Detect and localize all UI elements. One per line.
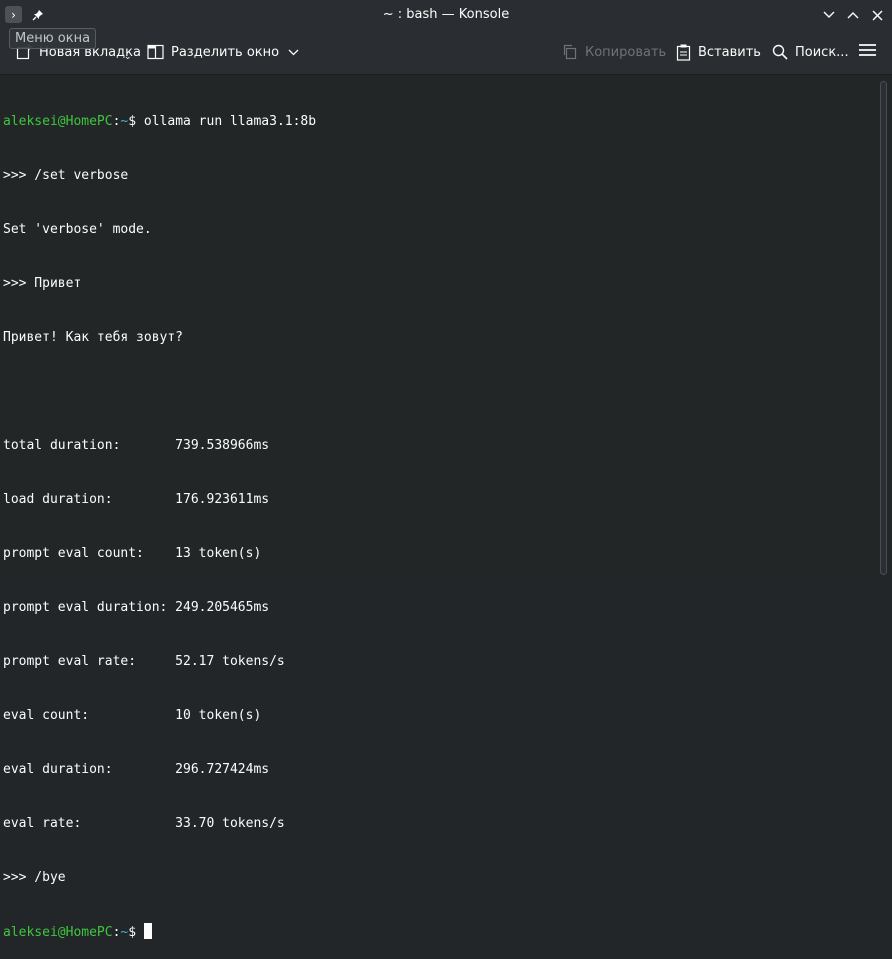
terminal-line: eval count: 10 token(s) — [3, 708, 262, 723]
terminal-command: ollama run llama3.1:8b — [143, 114, 317, 129]
copy-button[interactable]: Копировать — [562, 30, 666, 74]
paste-label: Вставить — [698, 44, 761, 60]
terminal-line: prompt eval duration: 249.205465ms — [3, 600, 270, 615]
copy-label: Копировать — [585, 44, 667, 60]
terminal-line: >>> /set verbose — [3, 168, 129, 183]
search-label: Поиск... — [795, 44, 849, 60]
chevron-down-icon — [823, 11, 835, 18]
scrollbar-track[interactable] — [880, 81, 887, 575]
vertical-scrollbar[interactable] — [876, 75, 892, 581]
chevron-down-icon — [288, 49, 299, 56]
terminal-line: >>> /bye — [3, 870, 66, 885]
terminal-line: prompt eval rate: 52.17 tokens/s — [3, 654, 285, 669]
prompt-path: ~ — [120, 925, 129, 940]
terminal-line: aleksei@HomePC:~$ ollama run llama3.1:8b — [3, 114, 317, 129]
close-icon — [872, 10, 882, 20]
chevron-down-icon: ⌄ — [124, 52, 132, 62]
close-button[interactable] — [867, 5, 887, 25]
terminal-line: >>> Привет — [3, 276, 82, 291]
title-bar: › ~ : bash — Konsole — [0, 0, 892, 30]
search-button[interactable]: Поиск... — [772, 30, 849, 74]
split-view-label: Разделить окно — [171, 44, 280, 60]
terminal-line: prompt eval count: 13 token(s) — [3, 546, 262, 561]
terminal-line: Привет! Как тебя зовут? — [3, 330, 184, 345]
terminal-line: aleksei@HomePC:~$ — [3, 923, 876, 941]
terminal-line: eval rate: 33.70 tokens/s — [3, 816, 285, 831]
minimize-button[interactable] — [819, 5, 839, 25]
split-view-icon — [147, 44, 164, 60]
paste-button[interactable]: Вставить — [676, 30, 761, 74]
copy-icon — [562, 44, 578, 60]
paste-icon — [676, 44, 691, 61]
prompt-user: aleksei@HomePC — [3, 925, 113, 940]
search-icon — [772, 44, 788, 60]
prompt-user: aleksei@HomePC — [3, 114, 113, 129]
maximize-button[interactable] — [843, 5, 863, 25]
chevron-up-icon — [847, 12, 859, 19]
text-cursor — [143, 923, 152, 939]
terminal-line: load duration: 176.923611ms — [3, 492, 270, 507]
terminal-line: total duration: 739.538966ms — [3, 438, 270, 453]
hamburger-icon — [859, 43, 876, 61]
terminal-output[interactable]: aleksei@HomePC:~$ ollama run llama3.1:8b… — [0, 75, 876, 940]
window-title: ~ : bash — Konsole — [382, 7, 510, 22]
split-view-button[interactable]: Разделить окно — [147, 30, 299, 74]
window-menu-tooltip: Меню окна — [9, 28, 97, 49]
toolbar: Новая вкладка ⌄ Разделить окно Копироват… — [0, 30, 892, 75]
terminal-line: Set 'verbose' mode. — [3, 222, 152, 237]
terminal-line: eval duration: 296.727424ms — [3, 762, 270, 777]
hamburger-menu-button[interactable] — [859, 30, 876, 74]
